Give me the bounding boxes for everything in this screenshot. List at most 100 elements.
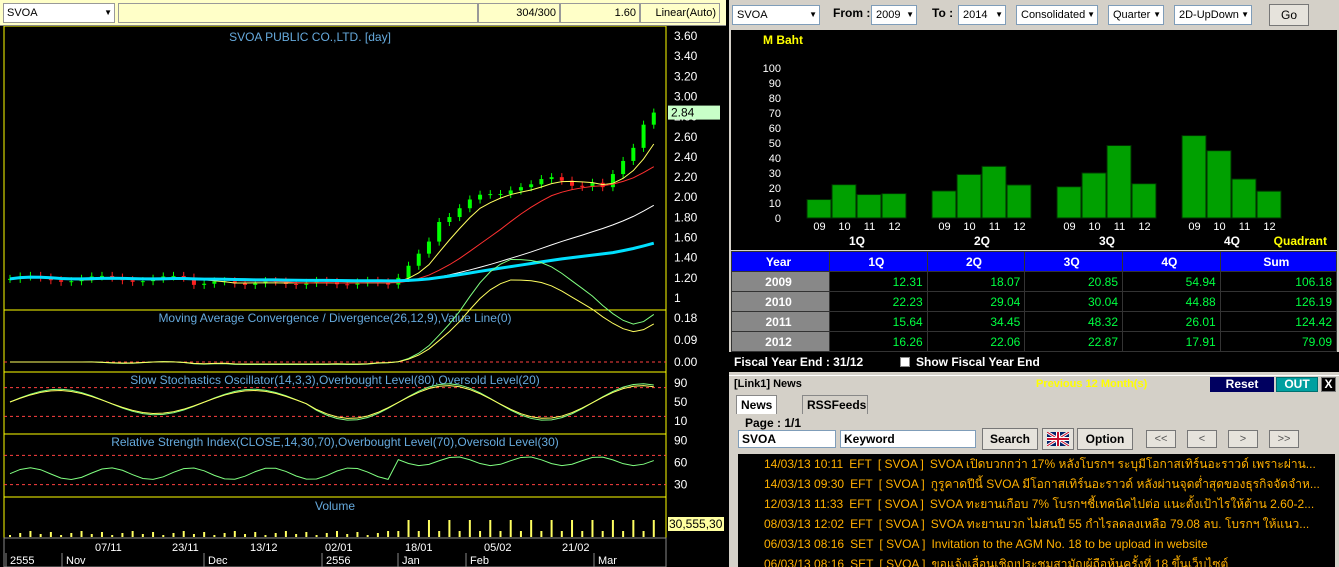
news-headline: ขอแจ้งเลื่อนเชิญประชุมสามัญผู้ถือหุ้นครั… (931, 557, 1229, 567)
cell-value: 26.01 (1122, 311, 1221, 332)
cell-value: 17.91 (1122, 331, 1221, 352)
news-list[interactable]: 14/03/13 10:11 EFT [ SVOA ] SVOA เปิดบวกกว่… (738, 454, 1335, 567)
reset-button[interactable]: Reset (1210, 377, 1274, 392)
date-tick-label: 13/12 (250, 542, 278, 554)
x-tick-label: 11 (989, 221, 1000, 233)
period-select[interactable]: Quarter ▼ (1108, 5, 1164, 25)
price-tick-label: 2.60 (674, 130, 698, 144)
last-page-button[interactable]: >> (1269, 430, 1299, 448)
price-tick-label: 1.80 (674, 210, 698, 224)
group-label: 4Q (1224, 234, 1240, 248)
keyword-input[interactable]: Keyword (840, 430, 976, 448)
candle-body (651, 112, 656, 125)
price-tick-label: 1.60 (674, 231, 698, 245)
option-button[interactable]: Option (1077, 428, 1133, 450)
candle-body (580, 185, 585, 187)
news-symbol: [ SVOA ] (879, 537, 926, 551)
chevron-down-icon: ▼ (906, 10, 914, 19)
next-page-button[interactable]: > (1228, 430, 1258, 448)
to-year-select[interactable]: 2014 ▼ (958, 5, 1006, 25)
price-tick-label: 2.40 (674, 150, 698, 164)
list-item[interactable]: 12/03/13 11:33 EFT [ SVOA ] SVOA ทะยานเกือบ… (738, 494, 1335, 514)
chevron-down-icon: ▼ (1087, 10, 1095, 19)
to-label: To : (932, 6, 954, 20)
candle-body (488, 194, 493, 196)
list-item[interactable]: 06/03/13 08:16 SET [ SVOA ] Invitation to t… (738, 534, 1335, 554)
price-tick-label: 2.00 (674, 190, 698, 204)
last-price-tag: 2.84 (671, 106, 695, 120)
month-label: 2555 (10, 555, 34, 567)
bar (856, 194, 882, 219)
price-chart-canvas[interactable]: SVOA PUBLIC CO.,LTD. [day] 3.60 3.40 3.20 3.… (0, 26, 726, 567)
chart-background (0, 26, 726, 567)
candle-body (416, 253, 421, 266)
bar (1106, 145, 1132, 219)
candle-body (202, 283, 207, 285)
scale-mode[interactable]: Linear(Auto) (640, 3, 720, 23)
to-year-value: 2014 (963, 9, 988, 21)
cell-sum: 126.19 (1219, 291, 1338, 312)
prev-page-button[interactable]: < (1187, 430, 1217, 448)
period-label: Previous 12 Month(s) (1036, 378, 1148, 390)
rsi-tick-label: 90 (674, 434, 688, 448)
candle-body (140, 281, 145, 283)
cell-value: 54.94 (1122, 271, 1221, 292)
out-button[interactable]: OUT (1276, 377, 1318, 392)
list-item[interactable]: 08/03/13 12:02 EFT [ SVOA ] SVOA ทะยานบวก ไ… (738, 514, 1335, 534)
header-3q: 3Q (1024, 251, 1124, 272)
header-1q: 1Q (829, 251, 928, 272)
y-tick-label: 50 (769, 138, 781, 150)
date-tick-label: 23/11 (172, 542, 199, 554)
statement-select[interactable]: Consolidated ▼ (1016, 5, 1098, 25)
news-symbol: [ SVOA ] (879, 557, 926, 567)
news-symbol-input[interactable]: SVOA (738, 430, 836, 448)
chevron-down-icon: ▼ (995, 10, 1003, 19)
bar (1056, 186, 1082, 219)
news-time: 06/03/13 08:16 (764, 537, 845, 551)
uk-flag-icon[interactable] (1042, 428, 1074, 450)
y-tick-label: 40 (769, 153, 781, 165)
candle-body (641, 124, 646, 148)
bar (1181, 135, 1207, 219)
news-headline: SVOA ทะยานเกือบ 7% โบรกฯชี้เทคนิคไปต่อ แ… (929, 497, 1315, 511)
candle-body (478, 194, 483, 200)
fin-symbol-select[interactable]: SVOA ▼ (732, 5, 820, 25)
from-year-select[interactable]: 2009 ▼ (871, 5, 917, 25)
show-fiscal-checkbox[interactable] (900, 357, 910, 367)
news-headline: Invitation to the AGM No. 18 to be uploa… (931, 537, 1208, 551)
tab-news[interactable]: News (0) (736, 395, 778, 430)
list-item[interactable]: 14/03/13 10:11 EFT [ SVOA ] SVOA เปิดบวกกว่… (738, 454, 1335, 474)
list-item[interactable]: 14/03/13 09:30 EFT [ SVOA ] กูรูคาดปีนี้ SV… (738, 474, 1335, 494)
last-value: 1.60 (560, 3, 640, 23)
price-tick-label: 3.00 (674, 89, 698, 103)
go-button[interactable]: Go (1269, 4, 1309, 26)
bar (931, 190, 957, 219)
x-tick-label: 11 (1114, 221, 1125, 233)
search-button[interactable]: Search (982, 428, 1038, 450)
bar-counter: 304/300 (478, 3, 560, 23)
chart-mode-select[interactable]: 2D-UpDown ▼ (1174, 5, 1252, 25)
x-tick-label: 09 (938, 221, 950, 233)
cell-value: 18.07 (926, 271, 1026, 292)
first-page-button[interactable]: << (1146, 430, 1176, 448)
tab-rss-feeds[interactable]: RSSFeeds (802, 395, 868, 415)
row-year: 2011 (731, 311, 830, 332)
x-tick-label: 10 (838, 221, 850, 233)
close-icon[interactable]: X (1321, 377, 1336, 392)
candle-body (498, 194, 503, 196)
news-source: EFT (849, 457, 872, 471)
list-item[interactable]: 06/03/13 08:16 SET [ SVOA ] ขอแจ้งเลื่อนเชิ… (738, 554, 1335, 567)
symbol-select[interactable]: SVOA ▼ (3, 3, 115, 23)
cell-value: 29.04 (926, 291, 1026, 312)
cell-value: 22.06 (926, 331, 1026, 352)
chevron-down-icon: ▼ (1153, 10, 1161, 19)
x-tick-label: 09 (1063, 221, 1075, 233)
month-label: Mar (598, 555, 617, 567)
candle-body (294, 283, 299, 285)
date-tick-label: 07/11 (95, 542, 122, 554)
fiscal-bar: Fiscal Year End : 31/12 Show Fiscal Year… (729, 352, 1339, 372)
header-4q: 4Q (1122, 251, 1221, 272)
x-tick-label: 12 (1138, 221, 1150, 233)
candle-body (171, 275, 176, 277)
chevron-down-icon: ▼ (809, 10, 817, 19)
